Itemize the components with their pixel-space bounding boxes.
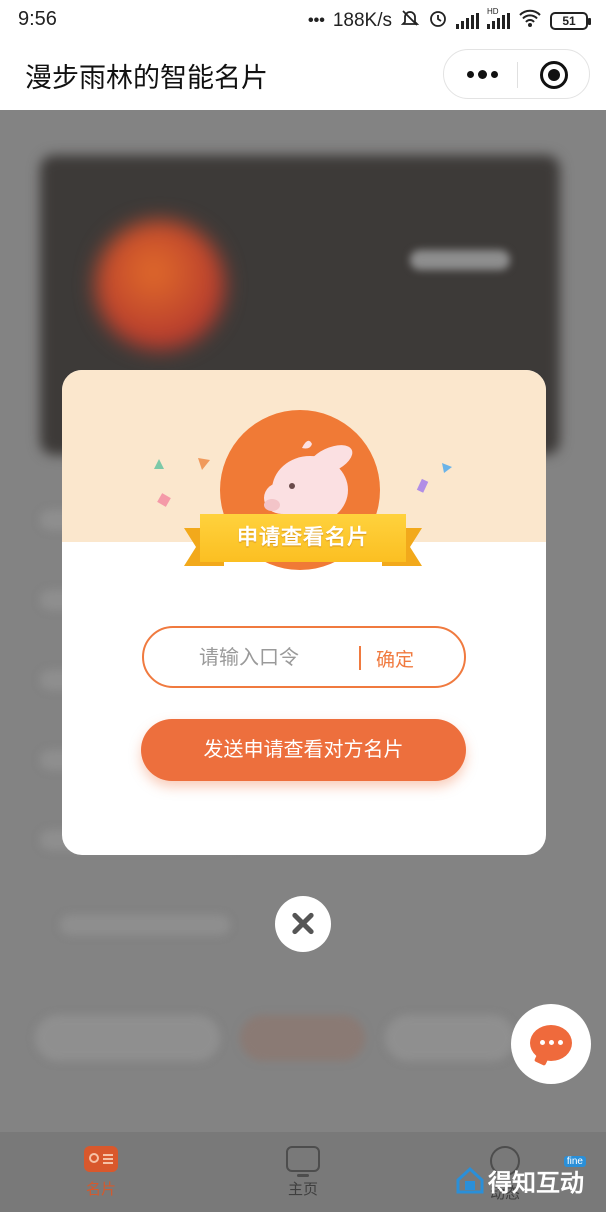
net-speed: 188K/s	[332, 10, 392, 31]
watermark: 得知互动 fine	[456, 1156, 586, 1200]
confetti-icon	[442, 463, 452, 473]
close-dialog-icon[interactable]	[275, 896, 331, 952]
wifi-icon	[518, 8, 542, 34]
capsule-divider	[517, 62, 518, 88]
passcode-field: 确定	[142, 626, 466, 688]
status-bar: 9:56 ••• 188K/s HD 51	[0, 0, 606, 40]
confetti-icon	[416, 478, 429, 493]
tab-card[interactable]: 名片	[51, 1146, 151, 1199]
tab-label: 名片	[85, 1181, 116, 1198]
chat-button[interactable]	[511, 1004, 591, 1084]
blurred-button	[385, 1015, 515, 1061]
more-options-icon[interactable]	[464, 62, 500, 86]
field-divider	[359, 646, 361, 670]
tab-label: 主页	[287, 1181, 318, 1198]
passcode-input[interactable]	[164, 640, 334, 676]
blurred-text	[60, 915, 230, 935]
blurred-avatar	[95, 220, 225, 350]
house-logo-icon	[456, 1166, 484, 1194]
request-card-dialog: 申请查看名片 确定 发送申请查看对方名片	[62, 370, 546, 855]
title-bar: 漫步雨林的智能名片	[0, 40, 606, 110]
confirm-button[interactable]: 确定	[376, 645, 414, 672]
watermark-badge: fine	[563, 1156, 586, 1167]
blurred-text	[410, 250, 510, 270]
blurred-button	[35, 1015, 220, 1061]
card-icon	[84, 1146, 118, 1172]
alarm-icon	[428, 8, 448, 34]
status-icons: ••• 188K/s HD 51	[308, 7, 591, 34]
page-title: 漫步雨林的智能名片	[25, 63, 268, 93]
more-dots: •••	[308, 12, 325, 29]
battery-icon: 51	[550, 12, 591, 30]
home-tv-icon	[286, 1146, 320, 1177]
miniprogram-capsule	[443, 49, 590, 99]
confetti-icon	[157, 493, 171, 507]
send-request-button[interactable]: 发送申请查看对方名片	[141, 719, 466, 781]
hd-signal-icon: HD	[487, 7, 510, 29]
mute-bell-icon	[400, 8, 420, 34]
status-time: 9:56	[18, 8, 57, 30]
confetti-icon	[154, 459, 164, 469]
signal-icon	[456, 13, 479, 29]
close-miniprogram-icon[interactable]	[540, 61, 568, 89]
title-ribbon: 申请查看名片	[184, 514, 422, 570]
blurred-button	[240, 1015, 365, 1061]
ribbon-label: 申请查看名片	[200, 514, 406, 562]
confetti-icon	[198, 458, 210, 470]
tab-home[interactable]: 主页	[253, 1146, 353, 1199]
watermark-text: 得知互动	[488, 1169, 584, 1197]
